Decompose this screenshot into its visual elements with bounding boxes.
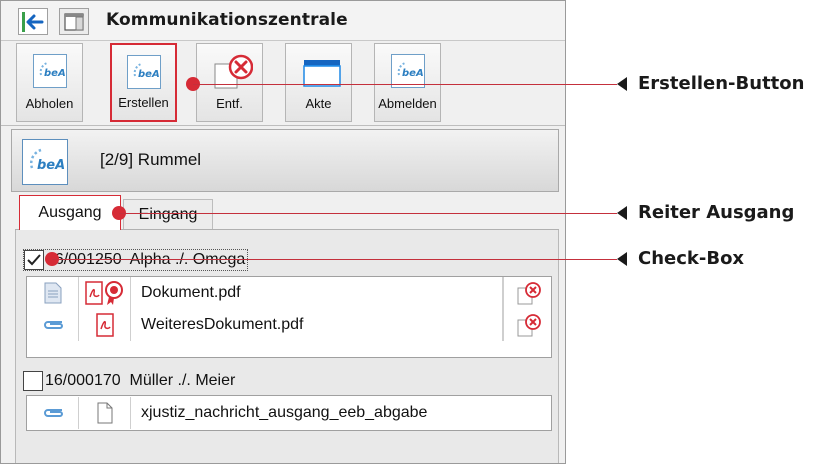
arrow-left-icon: [22, 11, 44, 32]
svg-text:beA: beA: [402, 68, 424, 79]
remove-attachment-button[interactable]: [503, 277, 553, 309]
window-layout-button[interactable]: [59, 8, 89, 35]
pdf-icon: [84, 281, 103, 305]
tab-eingang[interactable]: Eingang: [123, 199, 213, 229]
erstellen-button[interactable]: beA Erstellen: [110, 43, 177, 122]
remove-attachment-icon: [517, 282, 541, 305]
attachment-type-cell: [27, 397, 79, 429]
case-checkbox[interactable]: [23, 371, 43, 391]
akte-button[interactable]: Akte: [285, 43, 352, 122]
entfernen-button[interactable]: Entf.: [196, 43, 263, 122]
file-name: WeiteresDokument.pdf: [131, 309, 503, 341]
bea-logo-icon: beA: [126, 55, 161, 89]
window-layout-icon: [64, 12, 84, 31]
delete-document-icon: [213, 54, 253, 89]
annotation-label: Erstellen-Button: [638, 73, 805, 94]
annotation-arrow-icon: [617, 77, 627, 91]
tab-ausgang[interactable]: Ausgang: [19, 195, 121, 230]
annotation-label: Reiter Ausgang: [638, 202, 795, 223]
document-icon: [97, 402, 112, 424]
annotation-line: [119, 213, 617, 214]
signature-seal-icon: [104, 281, 123, 305]
recipient-header: beA [2/9] Rummel: [11, 129, 559, 192]
annotation-line: [52, 259, 617, 260]
erstellen-label: Erstellen: [118, 95, 169, 110]
case-row[interactable]: 16/000170 Müller ./. Meier: [23, 371, 235, 391]
checkmark-icon: [27, 254, 41, 266]
remove-attachment-icon: [517, 314, 541, 337]
recipient-name: [2/9] Rummel: [100, 150, 202, 169]
attachment-type-cell: [27, 309, 79, 341]
akte-label: Akte: [305, 96, 332, 111]
table-row[interactable]: Dokument.pdf: [27, 277, 551, 309]
document-icon: [44, 282, 61, 304]
file-name: Dokument.pdf: [131, 277, 503, 309]
abmelden-label: Abmelden: [378, 96, 437, 111]
bea-logo-icon: beA: [22, 139, 68, 185]
paperclip-icon: [43, 321, 63, 329]
title-bar: Kommunikationszentrale: [1, 1, 565, 41]
file-type-cell: [79, 277, 131, 309]
table-row[interactable]: WeiteresDokument.pdf: [27, 309, 551, 341]
abmelden-button[interactable]: beA Abmelden: [374, 43, 441, 122]
svg-text:beA: beA: [44, 68, 66, 79]
svg-text:beA: beA: [138, 69, 160, 80]
kommunikationszentrale-panel: Kommunikationszentrale beA Abholen beA E…: [0, 0, 566, 464]
paperclip-icon: [43, 409, 63, 417]
file-name: xjustiz_nachricht_ausgang_eeb_abgabe: [141, 404, 428, 421]
pdf-icon: [95, 313, 114, 337]
remove-attachment-button[interactable]: [503, 309, 553, 341]
file-type-cell: [79, 309, 131, 341]
window-title: Kommunikationszentrale: [106, 10, 348, 30]
attachment-table: xjustiz_nachricht_ausgang_eeb_abgabe: [26, 395, 552, 431]
bea-logo-icon: beA: [32, 54, 67, 88]
annotation-label: Check-Box: [638, 248, 745, 269]
svg-text:beA: beA: [37, 158, 65, 173]
annotation-arrow-icon: [617, 252, 627, 266]
abholen-label: Abholen: [25, 96, 74, 111]
case-label: 16/000170 Müller ./. Meier: [45, 372, 236, 389]
abholen-button[interactable]: beA Abholen: [16, 43, 83, 122]
document-type-cell: [27, 277, 79, 309]
annotation-arrow-icon: [617, 206, 627, 220]
bea-logo-icon: beA: [390, 54, 425, 88]
entfernen-label: Entf.: [216, 96, 243, 111]
back-button[interactable]: [18, 8, 48, 35]
file-type-cell: [79, 397, 131, 429]
folder-icon: [302, 54, 341, 88]
attachment-table: Dokument.pdf WeiteresDokument.pdf: [26, 276, 552, 358]
case-checkbox[interactable]: [24, 250, 44, 270]
table-row[interactable]: xjustiz_nachricht_ausgang_eeb_abgabe: [27, 397, 551, 429]
annotation-line: [193, 84, 617, 85]
case-label: 16/001250 Alpha ./. Omega: [46, 251, 246, 268]
